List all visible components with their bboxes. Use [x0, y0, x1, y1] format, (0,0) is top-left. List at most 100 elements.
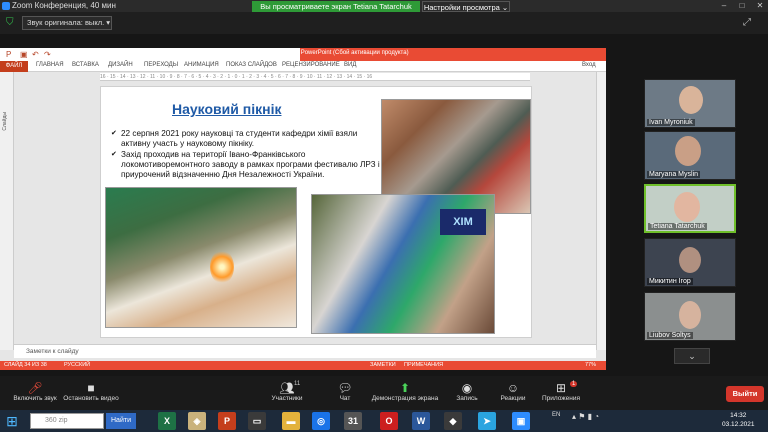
participant-avatar	[675, 136, 701, 166]
tab-animation[interactable]: АНИМАЦИЯ	[184, 62, 219, 68]
stop-video-label: Остановить видео	[63, 395, 119, 402]
participant-name: Liubov Soltys	[647, 332, 693, 339]
participants-label: Участники	[271, 395, 303, 402]
bullet-item: 22 серпня 2021 року науковці та студенти…	[111, 129, 381, 149]
word-icon[interactable]: W	[412, 412, 430, 430]
original-sound-toggle[interactable]: Звук оригинала: выкл. ▾	[22, 16, 112, 30]
chrome-icon[interactable]: ◎	[312, 412, 330, 430]
telegram-icon[interactable]: ➤	[478, 412, 496, 430]
participant-tile[interactable]: Ivan Myroniuk	[644, 79, 736, 128]
view-options-label: Настройки просмотра	[423, 3, 500, 12]
zoom-window-title: Zoom Конференция, 40 мин	[12, 1, 116, 10]
share-banner: Вы просматриваете экран Tetiana Tatarchu…	[252, 1, 420, 12]
participant-name: Tetiana Tatarchuk	[648, 223, 707, 230]
share-screen-icon: ⬆	[399, 381, 411, 395]
photo-factory-demo[interactable]	[105, 187, 297, 328]
redo-icon[interactable]: ↷	[44, 50, 51, 59]
participant-name: Maryana Myslin	[647, 171, 701, 178]
tab-review[interactable]: РЕЦЕНЗИРОВАНИЕ	[282, 62, 340, 68]
notes-field[interactable]: Заметки к слайду	[14, 344, 596, 358]
tab-transitions[interactable]: ПЕРЕХОДЫ	[144, 62, 178, 68]
participant-avatar	[679, 301, 701, 329]
taskbar-clock[interactable]: 14:32 03.12.2021	[722, 411, 755, 429]
taskbar-search-button[interactable]: Найти	[106, 413, 136, 429]
participant-avatar	[679, 86, 703, 114]
zoom-secondary-bar	[0, 12, 768, 34]
tray-icons[interactable]: ▴ ⚑ ▮ ◔	[572, 412, 599, 421]
tab-design[interactable]: ДИЗАЙН	[108, 62, 133, 68]
slides-pane[interactable]: Слайды	[0, 72, 14, 350]
start-icon[interactable]: ⊞	[2, 411, 22, 431]
participant-name: Ivan Myroniuk	[647, 119, 695, 126]
unmute-label: Включить звук	[13, 395, 57, 402]
minimize-icon[interactable]: –	[716, 0, 732, 12]
clock-date: 03.12.2021	[722, 421, 755, 428]
share-screen-button[interactable]: ⬆ Демонстрация экрана	[370, 381, 440, 409]
tab-file[interactable]: ФАЙЛ	[0, 61, 28, 72]
chat-label: Чат	[339, 395, 351, 402]
participant-name: Микитин Ігор	[647, 278, 693, 285]
close-icon[interactable]: ✕	[752, 0, 768, 12]
participant-tile[interactable]: Микитин Ігор	[644, 238, 736, 287]
ppt-app-icon: P	[6, 50, 12, 59]
status-language: РУССКИЙ	[64, 362, 91, 368]
language-indicator[interactable]: EN	[552, 412, 560, 418]
maximize-icon[interactable]: □	[734, 0, 750, 12]
save-icon[interactable]: ▣	[20, 50, 28, 59]
participant-tile[interactable]: Liubov Soltys	[644, 292, 736, 341]
comments-toggle[interactable]: ПРИМЕЧАНИЯ	[404, 361, 443, 370]
clock-time: 14:32	[730, 412, 747, 419]
zoom-app-icon	[2, 2, 10, 10]
leave-button[interactable]: Выйти	[726, 386, 764, 402]
slide-bullets: 22 серпня 2021 року науковці та студенти…	[111, 129, 381, 181]
original-sound-label: Звук оригинала: выкл.	[27, 18, 105, 27]
folder-icon[interactable]: ▬	[282, 412, 300, 430]
ppt-window-title: Department_report_2021_c - PowerPoint (С…	[222, 50, 409, 56]
tab-home[interactable]: ГЛАВНАЯ	[36, 62, 64, 68]
stop-video-button[interactable]: ■ Остановить видео	[56, 381, 126, 409]
participants-count: 11	[294, 381, 301, 387]
tablet-icon[interactable]: ▭	[248, 412, 266, 430]
tab-slideshow[interactable]: ПОКАЗ СЛАЙДОВ	[226, 62, 277, 68]
apps-label: Приложения	[541, 395, 581, 402]
participant-avatar	[674, 192, 700, 222]
photo-group-selfie[interactable]: ХІМ	[311, 194, 495, 334]
participant-tile-active-speaker[interactable]: Tetiana Tatarchuk	[644, 184, 736, 233]
powerpoint-icon[interactable]: P	[218, 412, 236, 430]
shield-icon[interactable]: ⛉	[6, 17, 16, 28]
view-options-button[interactable]: Настройки просмотра ⌄	[422, 1, 510, 12]
bullet-item: Захід проходив на території Івано-Франкі…	[111, 150, 381, 180]
participant-avatar	[679, 247, 701, 273]
notes-placeholder: Заметки к слайду	[26, 348, 79, 355]
tab-insert[interactable]: ВСТАВКА	[72, 62, 99, 68]
excel-icon[interactable]: X	[158, 412, 176, 430]
slide-title: Науковий пікнік	[172, 101, 282, 117]
calendar-icon[interactable]: 31	[344, 412, 362, 430]
share-screen-label: Демонстрация экрана	[371, 395, 439, 402]
undo-icon[interactable]: ↶	[32, 50, 39, 59]
ppt-titlebar: P ▣ ↶ ↷ Department_report_2021_c - Power…	[0, 48, 606, 61]
search-placeholder: 360 zip	[45, 417, 68, 424]
app-icon[interactable]: ◆	[444, 412, 462, 430]
ppt-status-bar: СЛАЙД 34 ИЗ 38 РУССКИЙ ЗАМЕТКИ ПРИМЕЧАНИ…	[0, 361, 606, 370]
ruler: 16 · 15 · 14 · 13 · 12 · 11 · 10 · 9 · 8…	[100, 73, 530, 81]
collapse-gallery-button[interactable]: ⌄	[674, 348, 710, 364]
slides-pane-label: Слайды	[2, 112, 8, 131]
taskbar-search-input[interactable]: 360 zip	[30, 413, 104, 429]
vertical-scrollbar[interactable]	[596, 72, 606, 350]
flame-glow	[210, 250, 234, 284]
app-icon[interactable]: ◈	[188, 412, 206, 430]
sign-in-link[interactable]: Вход	[582, 62, 596, 68]
zoom-icon[interactable]: ▣	[512, 412, 530, 430]
zoom-level: 77%	[585, 362, 597, 368]
opera-icon[interactable]: O	[380, 412, 398, 430]
notes-toggle[interactable]: ЗАМЕТКИ	[370, 361, 396, 370]
record-label: Запись	[456, 395, 478, 402]
apps-button[interactable]: ⊞ Приложения 1	[526, 381, 596, 409]
tab-view[interactable]: ВИД	[344, 62, 356, 68]
slide-canvas[interactable]: Науковий пікнік 22 серпня 2021 року наук…	[100, 86, 532, 338]
fullscreen-icon[interactable]: ⤢	[743, 17, 757, 29]
slide-counter: СЛАЙД 34 ИЗ 38	[4, 362, 47, 368]
participant-tile[interactable]: Maryana Myslin	[644, 131, 736, 180]
poster: ХІМ	[440, 209, 486, 235]
